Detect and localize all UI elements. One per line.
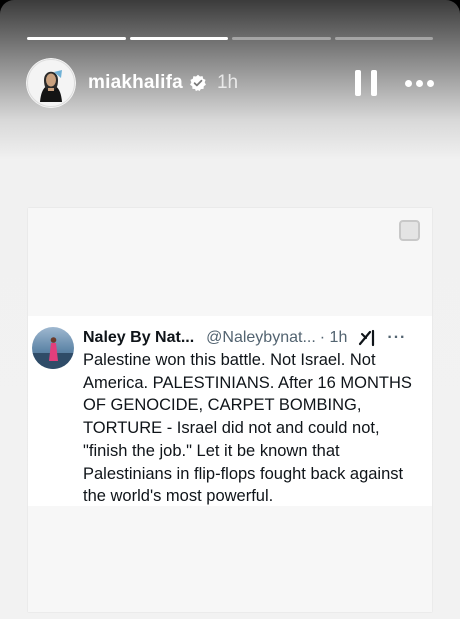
- story-username[interactable]: miakhalifa: [88, 72, 183, 94]
- progress-segment: [27, 37, 126, 40]
- verified-badge-icon: [189, 74, 207, 92]
- tweet-author-handle[interactable]: @Naleybynat...: [206, 329, 316, 347]
- pause-icon[interactable]: [355, 70, 377, 96]
- progress-segment: [129, 37, 228, 40]
- more-horizontal-icon[interactable]: ···: [387, 329, 406, 347]
- tweet-timestamp[interactable]: · 1h: [320, 329, 348, 347]
- story-header: miakhalifa 1h: [26, 57, 434, 109]
- progress-segment: [232, 37, 331, 40]
- tweet-text: Palestine won this battle. Not Israel. N…: [83, 351, 412, 506]
- story-timestamp: 1h: [216, 72, 239, 93]
- progress-segment: [334, 37, 433, 40]
- story-progress-bar: [27, 37, 433, 40]
- tweet-author-avatar[interactable]: [32, 327, 74, 369]
- grok-icon[interactable]: [357, 329, 377, 347]
- bookmark-square-icon[interactable]: [399, 220, 420, 241]
- tweet[interactable]: Naley By Nat... @Naleybynat... · 1h ··· …: [28, 316, 432, 506]
- tweet-author-name[interactable]: Naley By Nat...: [83, 329, 194, 347]
- shared-post-card[interactable]: Naley By Nat... @Naleybynat... · 1h ··· …: [28, 208, 432, 612]
- tweet-header: Naley By Nat... @Naleybynat... · 1h ···: [83, 328, 432, 348]
- more-options-icon[interactable]: [405, 76, 434, 91]
- profile-avatar[interactable]: [26, 58, 76, 108]
- story-viewer[interactable]: miakhalifa 1h Naley By Nat... @Naleybyna…: [0, 0, 460, 619]
